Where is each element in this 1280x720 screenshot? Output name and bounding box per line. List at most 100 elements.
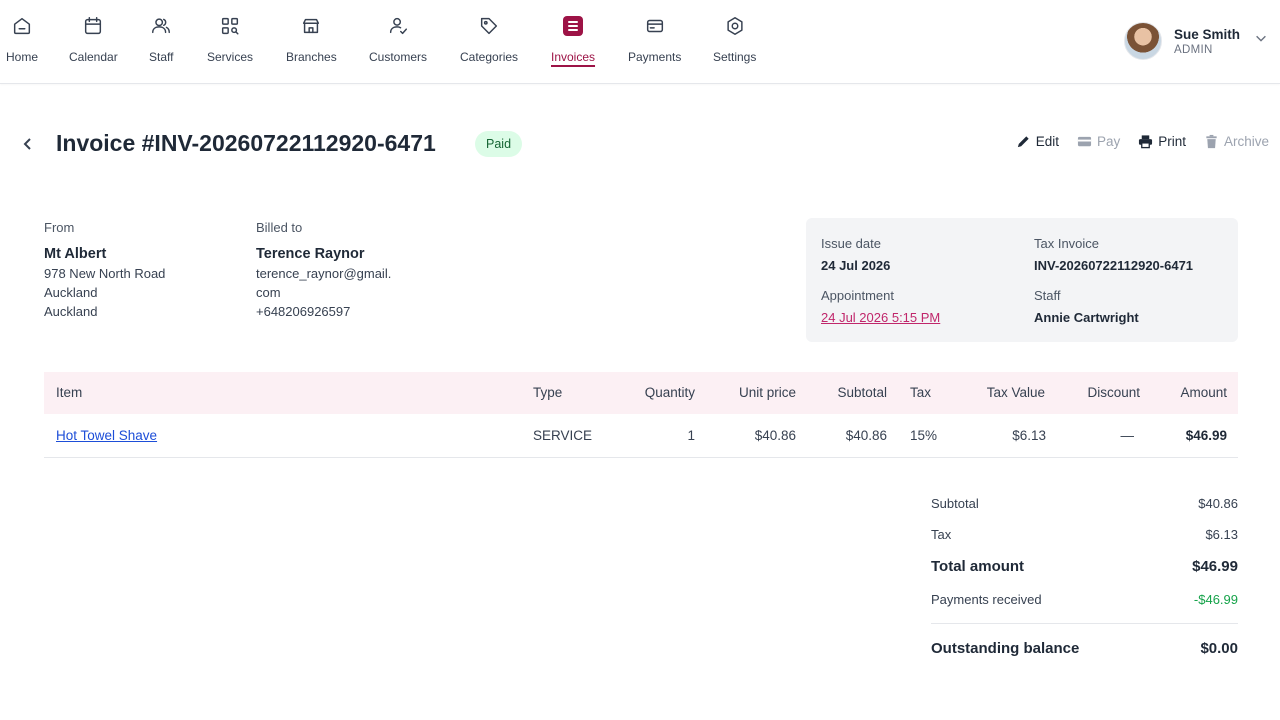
- user-check-icon: [386, 14, 410, 38]
- table-header: Item Type Quantity Unit price Subtotal T…: [44, 372, 1238, 414]
- cell-tax: 15%: [910, 428, 938, 443]
- edit-button[interactable]: Edit: [1016, 134, 1059, 149]
- card-icon: [643, 14, 667, 38]
- col-type: Type: [533, 385, 563, 400]
- nav-item-branches[interactable]: Branches: [286, 14, 337, 64]
- nav-label: Home: [6, 50, 39, 64]
- nav-label: Categories: [460, 50, 519, 64]
- nav-item-payments[interactable]: Payments: [628, 14, 681, 64]
- card-icon: [1077, 136, 1092, 147]
- col-item: Item: [56, 385, 83, 400]
- trash-icon: [1206, 134, 1217, 149]
- top-navigation-bar: Home Calendar Staff Services Branches Cu…: [0, 0, 1280, 84]
- user-role: ADMIN: [1174, 43, 1213, 56]
- outstanding-label: Outstanding balance: [931, 640, 1080, 657]
- archive-button[interactable]: Archive: [1204, 134, 1269, 149]
- totals-tax: Tax $6.13: [931, 527, 1238, 542]
- avatar: [1124, 22, 1162, 60]
- tax-label: Tax: [931, 527, 952, 542]
- total-value: $46.99: [1192, 558, 1238, 575]
- cell-unit-price: $40.86: [754, 428, 796, 443]
- edit-label: Edit: [1035, 134, 1059, 149]
- from-address-line: 978 New North Road: [44, 266, 166, 281]
- tax-invoice-value: INV-20260722112920-6471: [1034, 258, 1194, 273]
- store-icon: [299, 14, 323, 38]
- user-menu[interactable]: Sue Smith ADMIN: [1124, 22, 1268, 60]
- pay-button[interactable]: Pay: [1077, 134, 1120, 149]
- issue-date-value: 24 Jul 2026: [821, 258, 891, 273]
- nav-label: Payments: [628, 50, 682, 64]
- page-title: Invoice #INV-20260722112920-6471: [56, 130, 436, 156]
- payments-value: -$46.99: [1193, 592, 1238, 607]
- nav-label: Invoices: [551, 50, 596, 64]
- cell-tax-value: $6.13: [1012, 428, 1046, 443]
- col-amount: Amount: [1180, 385, 1227, 400]
- from-address-line: Auckland: [44, 304, 98, 319]
- nav-label: Branches: [286, 50, 337, 64]
- nav-item-invoices[interactable]: Invoices: [551, 14, 595, 64]
- table-row: Hot Towel Shave SERVICE 1 $40.86 $40.86 …: [44, 414, 1238, 458]
- users-icon: [149, 14, 173, 38]
- issue-date-label: Issue date: [821, 236, 881, 251]
- appointment-link[interactable]: 24 Jul 2026 5:15 PM: [821, 310, 940, 325]
- tag-icon: [477, 14, 501, 38]
- subtotal-value: $40.86: [1198, 496, 1238, 511]
- from-address-line: Auckland: [44, 285, 98, 300]
- pencil-icon: [1017, 136, 1029, 148]
- customer-email-cont: com: [256, 285, 281, 300]
- grid-search-icon: [218, 14, 242, 38]
- issue-date: Issue date 24 Jul 2026: [821, 236, 890, 273]
- nav-item-calendar[interactable]: Calendar: [69, 14, 118, 64]
- col-subtotal: Subtotal: [837, 385, 887, 400]
- cell-subtotal: $40.86: [845, 428, 887, 443]
- col-tax: Tax: [910, 385, 932, 400]
- tax-invoice-label: Tax Invoice: [1034, 236, 1100, 251]
- billed-to-section: Billed to Terence Raynor terence_raynor@…: [256, 220, 391, 320]
- totals-subtotal: Subtotal $40.86: [931, 496, 1238, 511]
- nav-item-home[interactable]: Home: [6, 14, 38, 64]
- archive-label: Archive: [1223, 134, 1269, 149]
- status-badge: Paid: [475, 131, 523, 157]
- user-name: Sue Smith: [1174, 26, 1241, 42]
- total-label: Total amount: [931, 558, 1025, 575]
- col-discount: Discount: [1087, 385, 1140, 400]
- from-label: From: [44, 220, 75, 235]
- col-quantity: Quantity: [644, 385, 695, 400]
- customer-phone: +648206926597: [256, 304, 351, 319]
- nav-label: Calendar: [69, 50, 118, 64]
- appointment: Appointment 24 Jul 2026 5:15 PM: [821, 288, 940, 325]
- printer-icon: [1139, 135, 1153, 149]
- nav-item-categories[interactable]: Categories: [460, 14, 518, 64]
- chevron-left-icon: [23, 138, 31, 150]
- cell-discount: —: [1120, 428, 1135, 443]
- item-link[interactable]: Hot Towel Shave: [56, 428, 157, 443]
- appointment-label: Appointment: [821, 288, 894, 303]
- cell-quantity: 1: [687, 428, 695, 443]
- totals-outstanding: Outstanding balance $0.00: [931, 640, 1238, 657]
- cell-amount: $46.99: [1185, 428, 1227, 443]
- nav-item-settings[interactable]: Settings: [713, 14, 756, 64]
- invoice-actions: Edit Pay Print Archive: [1016, 134, 1269, 149]
- tax-invoice: Tax Invoice INV-20260722112920-6471: [1034, 236, 1193, 273]
- totals-total: Total amount $46.99: [931, 558, 1238, 575]
- tax-value: $6.13: [1205, 527, 1238, 542]
- nav-item-customers[interactable]: Customers: [369, 14, 427, 64]
- nav-item-staff[interactable]: Staff: [149, 14, 173, 64]
- staff-value: Annie Cartwright: [1034, 310, 1139, 325]
- payments-label: Payments received: [931, 592, 1042, 607]
- home-icon: [10, 14, 34, 38]
- invoice-icon: [561, 14, 585, 38]
- back-button[interactable]: [20, 136, 38, 154]
- nav-item-services[interactable]: Services: [207, 14, 253, 64]
- cell-type: SERVICE: [533, 428, 593, 443]
- chevron-down-icon: [1254, 31, 1268, 48]
- print-label: Print: [1158, 134, 1186, 149]
- billed-to-label: Billed to: [256, 220, 303, 235]
- staff-label: Staff: [1034, 288, 1061, 303]
- calendar-icon: [81, 14, 105, 38]
- invoice-meta-card: Issue date 24 Jul 2026 Tax Invoice INV-2…: [806, 218, 1238, 342]
- col-tax-value: Tax Value: [986, 385, 1045, 400]
- staff: Staff Annie Cartwright: [1034, 288, 1139, 325]
- totals-divider: [931, 623, 1238, 624]
- print-button[interactable]: Print: [1138, 134, 1186, 149]
